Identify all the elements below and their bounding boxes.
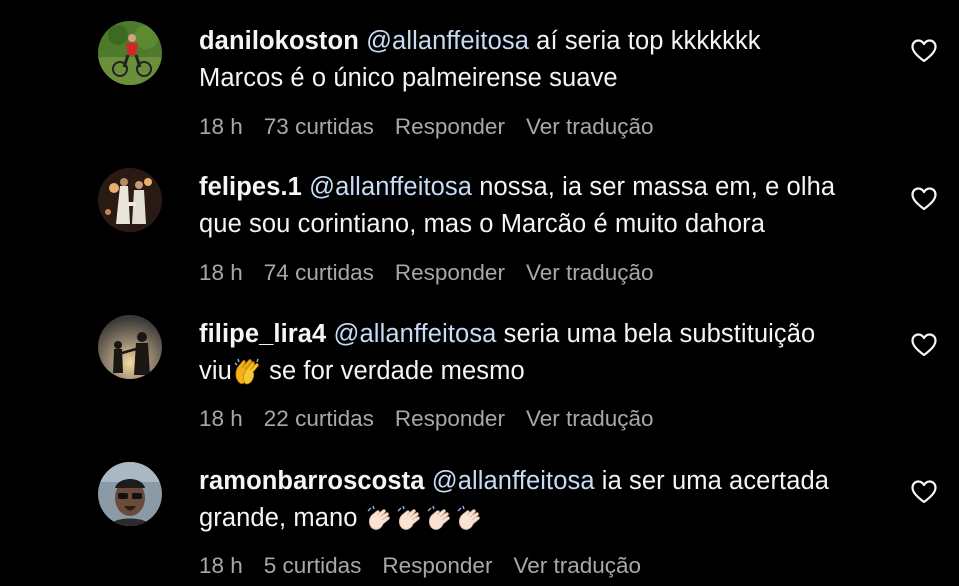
comment-meta: 18 h 22 curtidas Responder Ver tradução [199,406,675,432]
heart-outline-icon [911,39,937,63]
avatar[interactable] [98,21,162,85]
reply-button[interactable]: Responder [395,114,505,140]
comment-meta: 18 h 74 curtidas Responder Ver tradução [199,260,675,286]
heart-outline-icon [911,187,937,211]
comment-body-line2: Marcos é o único palmeirense suave [199,64,618,92]
comment-mention[interactable]: @allanffeitosa [432,467,595,495]
translate-link[interactable]: Ver tradução [526,406,654,432]
avatar[interactable] [98,462,162,526]
comment-username[interactable]: danilokoston [199,27,359,55]
heart-outline-icon [911,333,937,357]
comment-body: nossa, ia ser massa em, e olha [472,173,836,201]
likes-count[interactable]: 22 curtidas [264,406,374,432]
comment-meta: 18 h 5 curtidas Responder Ver tradução [199,553,662,579]
reply-button[interactable]: Responder [395,406,505,432]
clapping-hands-emoji [234,358,259,385]
waving-hand-emoji [427,505,450,530]
likes-count[interactable]: 73 curtidas [264,114,374,140]
waving-hand-emoji [397,505,420,530]
comment-body-line2a: viu [199,357,232,385]
comment-mention[interactable]: @allanffeitosa [366,27,529,55]
comment-text: filipe_lira4 @allanffeitosa seria uma be… [199,316,889,390]
comment-body: aí seria top kkkkkkk [528,27,761,55]
comment-body: seria uma bela substituição [496,320,816,348]
comment-meta: 18 h 73 curtidas Responder Ver tradução [199,114,675,140]
comment-mention[interactable]: @allanffeitosa [334,320,497,348]
comment-text: danilokoston @allanffeitosa aí seria top… [199,23,889,97]
translate-link[interactable]: Ver tradução [513,553,641,579]
like-button[interactable] [911,333,937,357]
like-button[interactable] [911,480,937,504]
comment-time: 18 h [199,260,243,285]
avatar[interactable] [98,315,162,379]
comment-body-line2b: se for verdade mesmo [261,357,525,385]
waving-hand-emoji [367,505,390,530]
comment-body-line2: grande, mano [199,504,358,532]
likes-count[interactable]: 5 curtidas [264,553,362,579]
comment-body-line2: que sou corintiano, mas o Marcão é muito… [199,210,766,238]
reply-button[interactable]: Responder [395,260,505,286]
comment-body: ia ser uma acertada [594,467,830,495]
heart-outline-icon [911,480,937,504]
like-button[interactable] [911,39,937,63]
comment-username[interactable]: ramonbarroscosta [199,467,425,495]
translate-link[interactable]: Ver tradução [526,114,654,140]
reply-button[interactable]: Responder [382,553,492,579]
translate-link[interactable]: Ver tradução [526,260,654,286]
comment-time: 18 h [199,406,243,431]
like-button[interactable] [911,187,937,211]
comment-username[interactable]: felipes.1 [199,173,302,201]
avatar[interactable] [98,168,162,232]
likes-count[interactable]: 74 curtidas [264,260,374,286]
waving-hand-emoji [457,505,480,530]
comment-text: felipes.1 @allanffeitosa nossa, ia ser m… [199,169,889,243]
comment-mention[interactable]: @allanffeitosa [309,173,472,201]
comment-text: ramonbarroscosta @allanffeitosa ia ser u… [199,463,889,537]
comment-username[interactable]: filipe_lira4 [199,320,326,348]
comment-time: 18 h [199,114,243,139]
comment-time: 18 h [199,553,243,578]
